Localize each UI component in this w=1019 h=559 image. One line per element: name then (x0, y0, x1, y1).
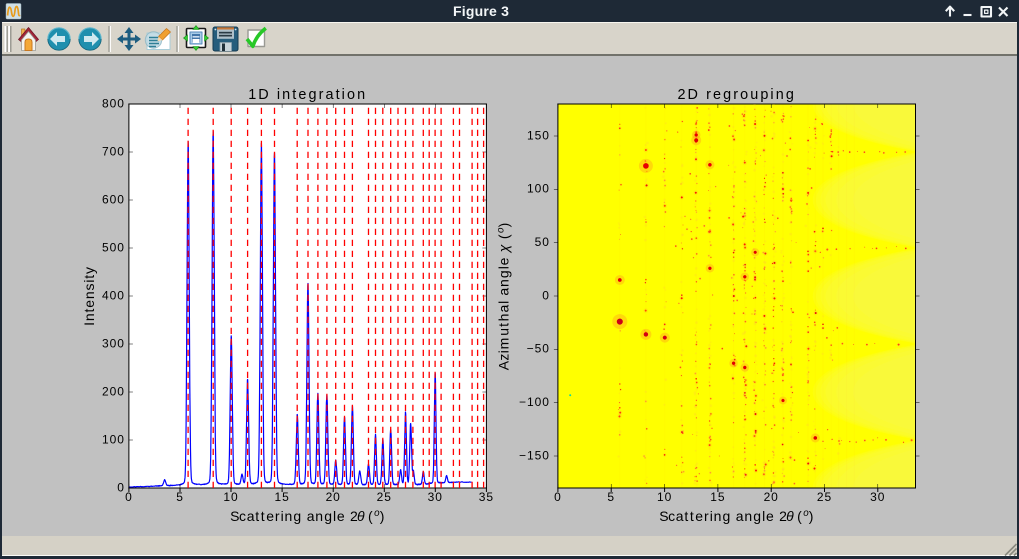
svg-text:−150: −150 (519, 448, 550, 462)
svg-text:−100: −100 (519, 395, 550, 409)
svg-text:0: 0 (117, 480, 125, 494)
svg-text:20: 20 (326, 490, 341, 504)
svg-text:Scattering angle ()2θo: Scattering angle ()2θo (230, 508, 384, 524)
svg-text:30: 30 (870, 490, 885, 504)
svg-text:50: 50 (535, 235, 550, 249)
svg-text:15: 15 (710, 490, 725, 504)
svg-text:10: 10 (657, 490, 672, 504)
svg-text:600: 600 (102, 192, 125, 206)
svg-text:Scattering angle ()2θo: Scattering angle ()2θo (659, 508, 813, 524)
svg-text:Azimuthal angle ()χo: Azimuthal angle ()χo (495, 223, 511, 370)
svg-text:30: 30 (428, 490, 443, 504)
svg-text:−50: −50 (527, 342, 550, 356)
svg-text:800: 800 (102, 96, 125, 110)
svg-text:700: 700 (102, 144, 125, 158)
svg-text:100: 100 (527, 182, 550, 196)
svg-text:2D regrouping: 2D regrouping (677, 87, 796, 103)
svg-text:15: 15 (274, 490, 289, 504)
svg-text:300: 300 (102, 336, 125, 350)
svg-text:35: 35 (479, 490, 494, 504)
svg-text:10: 10 (223, 490, 238, 504)
svg-text:200: 200 (102, 384, 125, 398)
svg-text:5: 5 (607, 490, 615, 504)
svg-text:25: 25 (817, 490, 832, 504)
svg-text:100: 100 (102, 432, 125, 446)
svg-text:25: 25 (377, 490, 392, 504)
svg-text:400: 400 (102, 288, 125, 302)
svg-text:1D integration: 1D integration (248, 87, 367, 103)
svg-text:150: 150 (527, 128, 550, 142)
svg-text:0: 0 (542, 288, 550, 302)
svg-text:Intensity: Intensity (81, 266, 97, 326)
svg-text:20: 20 (764, 490, 779, 504)
svg-text:0: 0 (125, 490, 133, 504)
svg-text:0: 0 (554, 490, 562, 504)
svg-text:5: 5 (176, 490, 184, 504)
svg-text:500: 500 (102, 240, 125, 254)
